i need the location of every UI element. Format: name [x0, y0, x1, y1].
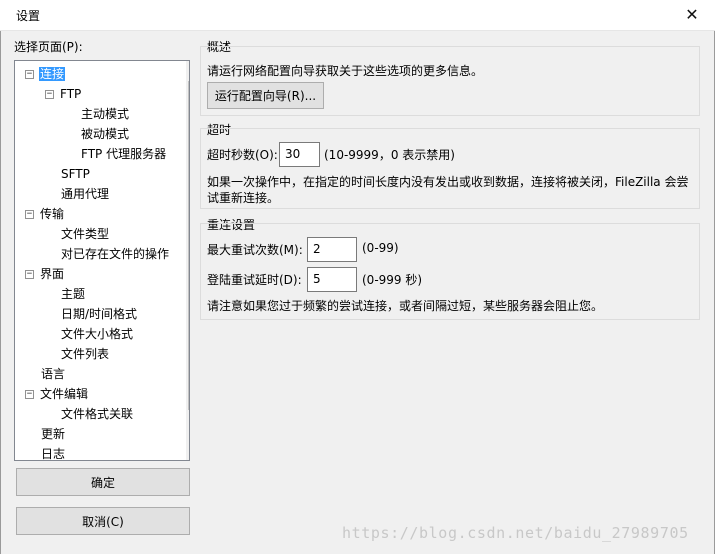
- tree-item[interactable]: 对已存在文件的操作: [15, 244, 185, 264]
- tree-item-label: FTP: [60, 87, 82, 101]
- max-retries-input[interactable]: 2: [307, 237, 357, 262]
- settings-tree[interactable]: − 连接 − FTP 主动模式 被动模式 FTP 代理服务器 SFTP 通用代理 − 传输 文件类型对…: [14, 60, 190, 461]
- tree-item[interactable]: 语言: [15, 364, 185, 384]
- tree-item-label: SFTP: [61, 167, 90, 181]
- tree-item-label: 主题: [61, 287, 86, 301]
- tree-item[interactable]: − 传输: [15, 204, 185, 224]
- tree-item-label: 文件大小格式: [61, 327, 134, 341]
- collapse-icon[interactable]: −: [25, 270, 34, 279]
- timeout-description-1: 如果一次操作中，在指定的时间长度内没有发出或收到数据，连接将被关闭，FileZi…: [207, 175, 689, 189]
- tree-item-label: 日志: [41, 447, 66, 461]
- overview-text: 请运行网络配置向导获取关于这些选项的更多信息。: [207, 64, 484, 78]
- tree-item[interactable]: 日志: [15, 444, 185, 461]
- cancel-button[interactable]: 取消(C): [16, 507, 190, 535]
- run-wizard-button[interactable]: 运行配置向导(R)...: [207, 82, 324, 109]
- max-retries-label: 最大重试次数(M):: [207, 243, 303, 257]
- collapse-icon[interactable]: −: [25, 210, 34, 219]
- tree-rows: − 连接 − FTP 主动模式 被动模式 FTP 代理服务器 SFTP 通用代理 − 传输 文件类型对…: [15, 64, 185, 461]
- tree-item-label: 文件编辑: [40, 387, 89, 401]
- retry-delay-input[interactable]: 5: [307, 267, 357, 292]
- tree-item[interactable]: − 界面: [15, 264, 185, 284]
- collapse-icon[interactable]: −: [45, 90, 54, 99]
- tree-item-label: 通用代理: [61, 187, 110, 201]
- tree-item[interactable]: SFTP: [15, 164, 185, 184]
- tree-item-label: 主动模式: [81, 107, 130, 121]
- tree-item[interactable]: − 连接: [15, 64, 185, 84]
- timeout-seconds-input[interactable]: 30: [279, 142, 320, 167]
- retry-delay-hint: (0-999 秒): [362, 273, 423, 287]
- tree-item-label: 文件列表: [61, 347, 110, 361]
- title-bar: 设置 ✕: [0, 0, 715, 31]
- collapse-icon[interactable]: −: [25, 390, 34, 399]
- tree-item-label: 语言: [41, 367, 66, 381]
- tree-item[interactable]: 日期/时间格式: [15, 304, 185, 324]
- tree-item-label: FTP 代理服务器: [81, 147, 167, 161]
- timeout-label: 超时秒数(O):: [207, 148, 278, 162]
- tree-item[interactable]: 文件大小格式: [15, 324, 185, 344]
- tree-item[interactable]: 更新: [15, 424, 185, 444]
- timeout-description-2: 试重新连接。: [207, 191, 280, 205]
- retry-delay-label: 登陆重试延时(D):: [207, 273, 302, 287]
- tree-item-label: 连接: [37, 66, 67, 82]
- tree-item-label: 文件类型: [61, 227, 110, 241]
- tree-item[interactable]: − 文件编辑: [15, 384, 185, 404]
- window-frame-left: [0, 31, 1, 554]
- watermark-text: https://blog.csdn.net/baidu_27989705: [342, 524, 689, 542]
- tree-item-label: 传输: [40, 207, 65, 221]
- window-title: 设置: [16, 9, 41, 23]
- tree-item[interactable]: 文件类型: [15, 224, 185, 244]
- tree-item[interactable]: FTP 代理服务器: [15, 144, 185, 164]
- tree-item[interactable]: 通用代理: [15, 184, 185, 204]
- close-icon[interactable]: ✕: [680, 3, 704, 27]
- tree-item-label: 被动模式: [81, 127, 130, 141]
- max-retries-hint: (0-99): [362, 241, 399, 255]
- tree-item[interactable]: 文件格式关联: [15, 404, 185, 424]
- tree-item[interactable]: 主动模式: [15, 104, 185, 124]
- tree-item-label: 对已存在文件的操作: [61, 247, 170, 261]
- page-select-label: 选择页面(P):: [14, 40, 83, 54]
- collapse-icon[interactable]: −: [25, 70, 34, 79]
- scroll-down-icon[interactable]: ▼: [186, 443, 189, 460]
- timeout-hint: (10-9999，0 表示禁用): [324, 148, 455, 162]
- tree-item-label: 日期/时间格式: [61, 307, 138, 321]
- tree-item-label: 文件格式关联: [61, 407, 134, 421]
- tree-item[interactable]: 主题: [15, 284, 185, 304]
- tree-scrollbar-thumb[interactable]: [188, 81, 189, 410]
- tree-item-label: 更新: [41, 427, 66, 441]
- reconnect-note: 请注意如果您过于频繁的尝试连接，或者间隔过短，某些服务器会阻止您。: [207, 299, 604, 313]
- tree-item[interactable]: 文件列表: [15, 344, 185, 364]
- tree-item[interactable]: 被动模式: [15, 124, 185, 144]
- tree-item[interactable]: − FTP: [15, 84, 185, 104]
- ok-button[interactable]: 确定: [16, 468, 190, 496]
- scroll-up-icon[interactable]: ▲: [186, 61, 189, 78]
- tree-item-label: 界面: [40, 267, 65, 281]
